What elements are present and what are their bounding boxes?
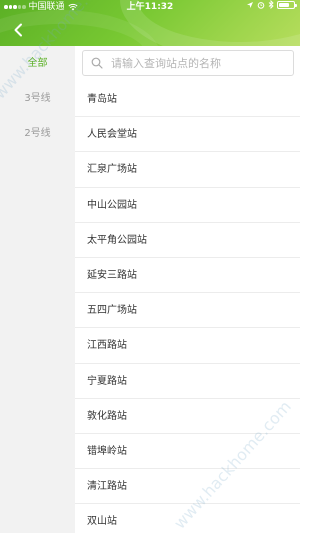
bluetooth-icon (268, 0, 274, 9)
station-item[interactable]: 中山公园站 (75, 188, 300, 223)
station-item[interactable]: 青岛站 (75, 82, 300, 118)
sidebar-item-2[interactable]: 2号线 (0, 116, 75, 151)
status-right (246, 0, 297, 9)
station-item[interactable]: 清江路站 (75, 469, 300, 505)
line-filter-sidebar: 全部 3号线 2号线 (0, 46, 75, 533)
alarm-icon (257, 1, 265, 9)
sidebar-item-0[interactable]: 全部 (0, 46, 75, 81)
search-bar (82, 50, 294, 76)
station-item[interactable]: 汇泉广场站 (75, 152, 300, 188)
battery-icon (277, 0, 297, 9)
back-button[interactable] (8, 20, 28, 40)
station-item[interactable]: 错埠岭站 (75, 434, 300, 470)
chevron-left-icon (14, 23, 22, 37)
station-item[interactable]: 延安三路站 (75, 258, 300, 294)
station-item[interactable]: 人民会堂站 (75, 117, 300, 153)
station-item[interactable]: 宁夏路站 (75, 364, 300, 399)
station-item[interactable]: 五四广场站 (75, 293, 300, 329)
battery-level (279, 2, 289, 7)
station-list: 青岛站 人民会堂站 汇泉广场站 中山公园站 太平角公园站 延安三路站 五四广场站 江西路站 宁夏… (75, 82, 300, 533)
station-item[interactable]: 敦化路站 (75, 399, 300, 434)
station-item[interactable]: 双山站 (75, 504, 300, 533)
station-item[interactable]: 江西路站 (75, 328, 300, 364)
search-icon (91, 57, 103, 69)
search-input[interactable] (111, 51, 291, 75)
search-box[interactable] (82, 50, 294, 76)
header-bar: 中国联通 上午11:32 (0, 0, 300, 46)
location-arrow-icon (247, 1, 253, 8)
status-bar: 中国联通 上午11:32 (0, 0, 300, 14)
sidebar-item-1[interactable]: 3号线 (0, 81, 75, 116)
station-item[interactable]: 太平角公园站 (75, 223, 300, 258)
